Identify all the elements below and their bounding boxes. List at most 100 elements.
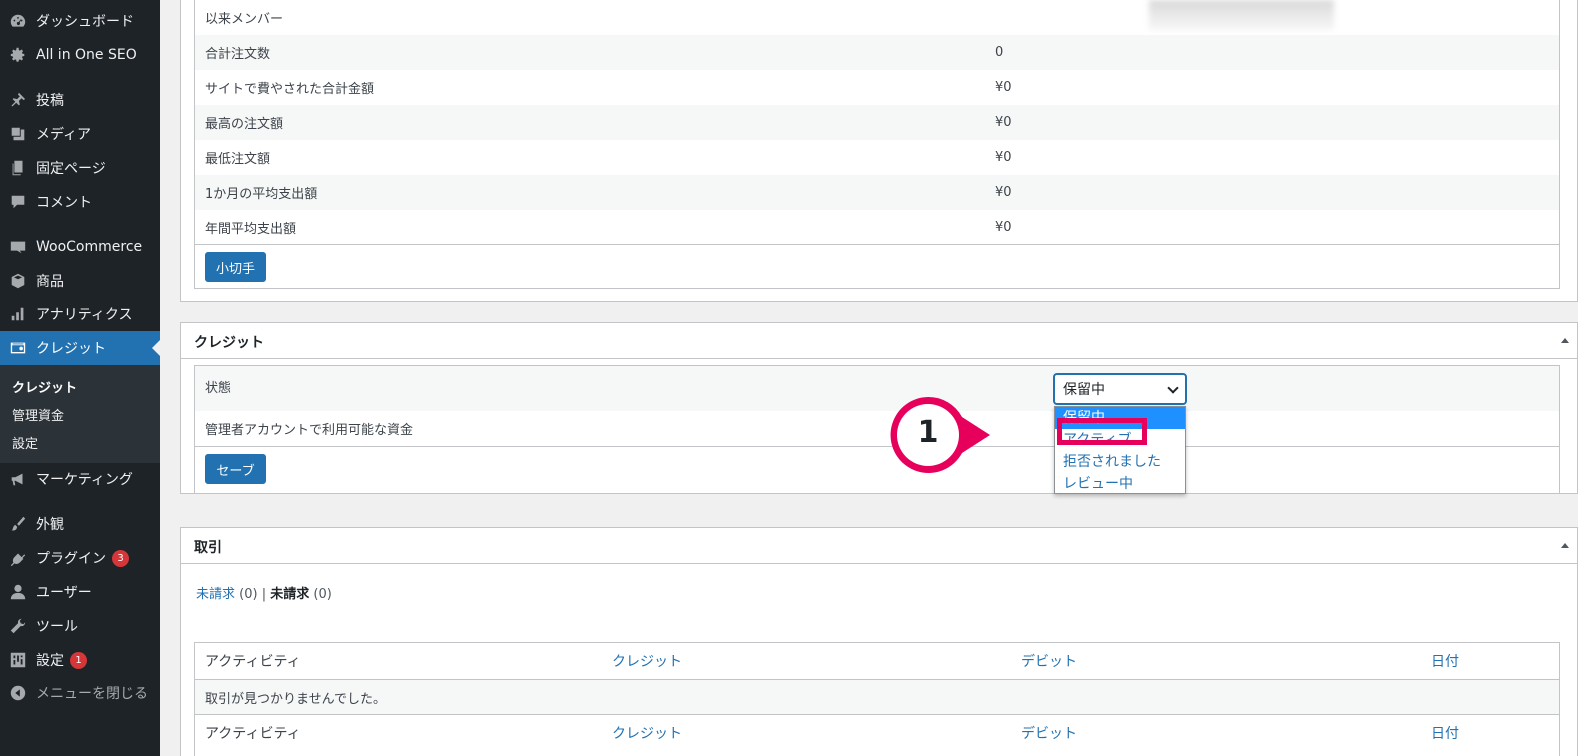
step-number: 1: [917, 415, 939, 450]
menu-collapse[interactable]: メニューを閉じる: [0, 676, 160, 710]
credit-submenu: クレジット 管理資金 設定: [0, 365, 160, 463]
bar-chart-icon: [8, 304, 28, 324]
filter-count: (0): [239, 587, 258, 602]
user-icon: [8, 582, 28, 602]
status-label: 状態: [205, 381, 232, 396]
settings-badge: 1: [70, 651, 87, 669]
menu-products[interactable]: 商品: [0, 264, 160, 298]
menu-label: マーケティング: [36, 472, 133, 488]
submenu-managed-funds[interactable]: 管理資金: [12, 405, 64, 424]
menu-credit[interactable]: クレジット: [0, 331, 160, 365]
menu-marketing[interactable]: マーケティング: [0, 462, 160, 496]
row-value: ¥0: [995, 115, 1012, 130]
menu-tools[interactable]: ツール: [0, 609, 160, 643]
wrench-icon: [8, 616, 28, 636]
column-activity: アクティビティ: [205, 654, 301, 670]
column-date[interactable]: 日付: [1431, 723, 1459, 743]
option-rejected[interactable]: 拒否されました: [1055, 451, 1185, 473]
table-header: アクティビティ クレジット デビット 日付: [195, 643, 1559, 679]
filter-unbilled-current: 未請求: [270, 587, 310, 602]
table-row: 最高の注文額 ¥0: [195, 105, 1559, 140]
row-value: ¥0: [995, 220, 1012, 235]
option-active[interactable]: アクティブ: [1055, 429, 1185, 451]
row-label: 最高の注文額: [205, 117, 284, 132]
table-row: 以来メンバー: [195, 0, 1559, 35]
filter-unbilled-link[interactable]: 未請求: [196, 587, 235, 602]
collapse-toggle-icon[interactable]: [1561, 338, 1569, 343]
settings-icon: [8, 650, 28, 670]
plugins-update-badge: 3: [112, 549, 129, 567]
column-debit[interactable]: デビット: [1021, 651, 1077, 671]
menu-label: 投稿: [36, 93, 64, 109]
menu-media[interactable]: メディア: [0, 117, 160, 151]
menu-dashboard[interactable]: ダッシュボード: [0, 4, 160, 38]
menu-label: 外観: [36, 517, 64, 533]
menu-label: 商品: [36, 274, 64, 290]
column-debit[interactable]: デビット: [1021, 723, 1077, 743]
menu-label: All in One SEO: [36, 47, 137, 63]
filter-separator: |: [261, 587, 267, 602]
step-callout: 1: [888, 393, 998, 477]
pin-icon: [8, 90, 28, 110]
funds-row: 管理者アカウントで利用可能な資金: [195, 411, 1559, 446]
column-date[interactable]: 日付: [1431, 651, 1459, 671]
menu-plugins[interactable]: プラグイン 3: [0, 541, 160, 575]
column-activity: アクティビティ: [205, 726, 301, 742]
menu-label: コメント: [36, 195, 92, 211]
collapse-toggle-icon[interactable]: [1561, 543, 1569, 548]
check-button[interactable]: 小切手: [205, 252, 266, 282]
menu-aioseo[interactable]: All in One SEO: [0, 38, 160, 72]
blurred-value: [1149, 0, 1334, 30]
credit-box: クレジット 状態 保留中 管理者アカウントで利用可能な資金 セーブ 保留中 アク…: [180, 322, 1578, 494]
row-label: 以来メンバー: [205, 12, 284, 27]
status-select-value: 保留中: [1063, 382, 1105, 398]
dashboard-icon: [8, 11, 28, 31]
table-row: 最低注文額 ¥0: [195, 140, 1559, 175]
page-icon: [8, 158, 28, 178]
menu-settings[interactable]: 設定 1: [0, 643, 160, 677]
main-content: 以来メンバー 合計注文数 0 サイトで費やされた合計金額 ¥0 最高の注文額 ¥…: [160, 0, 1578, 756]
menu-analytics[interactable]: アナリティクス: [0, 297, 160, 331]
table-row: 年間平均支出額 ¥0: [195, 210, 1559, 245]
credit-box-title: クレジット: [194, 335, 264, 351]
media-icon: [8, 124, 28, 144]
menu-label: メディア: [36, 127, 92, 143]
option-reviewing[interactable]: レビュー中: [1055, 473, 1185, 495]
row-value: ¥0: [995, 185, 1012, 200]
woo-icon: [8, 237, 28, 257]
divider: [181, 563, 1577, 564]
comment-icon: [8, 192, 28, 212]
filter-count: (0): [313, 587, 332, 602]
summary-table: 以来メンバー 合計注文数 0 サイトで費やされた合計金額 ¥0 最高の注文額 ¥…: [194, 0, 1560, 289]
row-value: 0: [995, 45, 1004, 60]
table-row: 1か月の平均支出額 ¥0: [195, 175, 1559, 210]
submenu-credit[interactable]: クレジット: [12, 377, 77, 396]
empty-message: 取引が見つかりませんでした。: [205, 691, 386, 707]
column-credit[interactable]: クレジット: [612, 651, 682, 671]
menu-label: プラグイン: [36, 551, 106, 567]
menu-label: 設定: [36, 653, 64, 669]
column-credit[interactable]: クレジット: [612, 723, 682, 743]
credit-form: 状態 保留中 管理者アカウントで利用可能な資金 セーブ 保留中 アクティブ 拒否…: [194, 365, 1560, 494]
plugin-icon: [8, 548, 28, 568]
row-label: サイトで費やされた合計金額: [205, 82, 375, 97]
chevron-down-icon: [1167, 382, 1179, 394]
row-label: 最低注文額: [205, 152, 271, 167]
row-value: ¥0: [995, 80, 1012, 95]
menu-users[interactable]: ユーザー: [0, 575, 160, 609]
option-pending[interactable]: 保留中: [1055, 407, 1185, 429]
status-select[interactable]: 保留中: [1054, 374, 1186, 404]
save-button[interactable]: セーブ: [205, 454, 266, 484]
submenu-settings[interactable]: 設定: [12, 433, 38, 452]
menu-posts[interactable]: 投稿: [0, 83, 160, 117]
menu-appearance[interactable]: 外観: [0, 507, 160, 541]
menu-woocommerce[interactable]: WooCommerce: [0, 230, 160, 264]
menu-comments[interactable]: コメント: [0, 185, 160, 219]
menu-label: クレジット: [36, 341, 106, 357]
menu-label: WooCommerce: [36, 239, 143, 255]
menu-label: メニューを閉じる: [36, 686, 148, 702]
menu-pages[interactable]: 固定ページ: [0, 151, 160, 185]
filter-links: 未請求 (0) | 未請求 (0): [196, 583, 332, 602]
transactions-box-title: 取引: [194, 540, 222, 556]
row-value: ¥0: [995, 150, 1012, 165]
